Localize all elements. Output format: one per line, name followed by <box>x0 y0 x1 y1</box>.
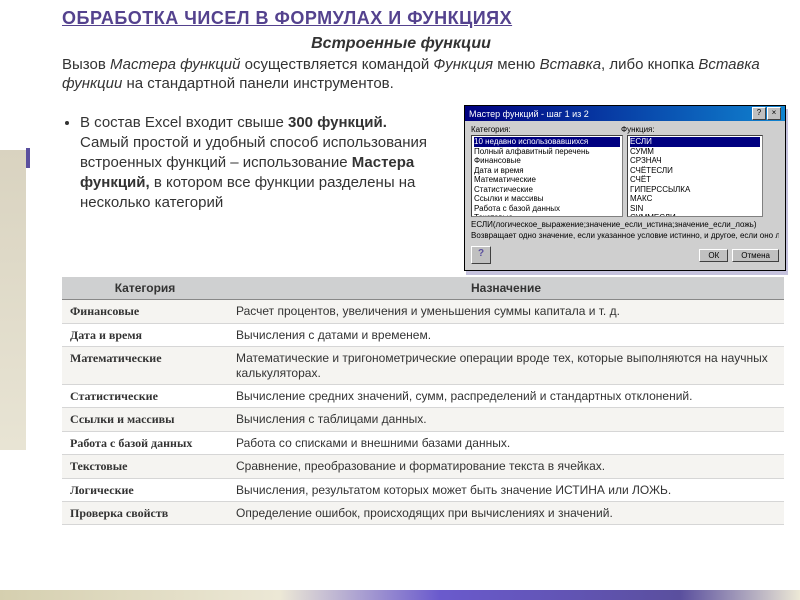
cell-desc: Вычисления, результатом которых может бы… <box>228 478 784 501</box>
dialog-title: Мастер функций - шаг 1 из 2 <box>469 109 589 119</box>
cell-category: Математические <box>62 347 228 385</box>
syntax-line: ЕСЛИ(логическое_выражение;значение_если_… <box>471 220 779 229</box>
help-icon[interactable]: ? <box>752 107 766 120</box>
table-row: ФинансовыеРасчет процентов, увеличения и… <box>62 300 784 323</box>
cell-category: Работа с базой данных <box>62 431 228 454</box>
label-category: Категория: <box>471 125 621 134</box>
cell-category: Статистические <box>62 384 228 407</box>
cell-desc: Математические и тригонометрические опер… <box>228 347 784 385</box>
cell-category: Дата и время <box>62 323 228 346</box>
intro-text: Вызов Мастера функций осуществляется ком… <box>62 55 760 93</box>
cancel-button[interactable]: Отмена <box>732 249 779 262</box>
hint-icon[interactable]: ? <box>471 246 491 264</box>
categories-table: Категория Назначение ФинансовыеРасчет пр… <box>62 277 784 525</box>
cell-category: Ссылки и массивы <box>62 408 228 431</box>
th-category: Категория <box>62 277 228 300</box>
table-row: СтатистическиеВычисление средних значени… <box>62 384 784 407</box>
cell-desc: Определение ошибок, происходящих при выч… <box>228 501 784 524</box>
table-row: Проверка свойствОпределение ошибок, прои… <box>62 501 784 524</box>
cell-desc: Вычисления с датами и временем. <box>228 323 784 346</box>
cell-category: Логические <box>62 478 228 501</box>
dialog-titlebar: Мастер функций - шаг 1 из 2 ? × <box>465 106 785 121</box>
table-row: МатематическиеМатематические и тригономе… <box>62 347 784 385</box>
table-row: Ссылки и массивыВычисления с таблицами д… <box>62 408 784 431</box>
decorative-bottom-bar <box>0 590 800 600</box>
subtitle: Встроенные функции <box>42 35 760 53</box>
close-icon[interactable]: × <box>767 107 781 120</box>
cell-category: Финансовые <box>62 300 228 323</box>
table-row: ЛогическиеВычисления, результатом которы… <box>62 478 784 501</box>
cell-desc: Вычисление средних значений, сумм, распр… <box>228 384 784 407</box>
cell-desc: Работа со списками и внешними базами дан… <box>228 431 784 454</box>
category-listbox[interactable]: 10 недавно использовавшихся Полный алфав… <box>471 135 623 217</box>
function-listbox[interactable]: ЕСЛИ СУММ СРЗНАЧ СЧЁТЕСЛИ СЧЁТ ГИПЕРССЫЛ… <box>627 135 763 217</box>
function-wizard-dialog: Мастер функций - шаг 1 из 2 ? × Категори… <box>464 105 786 271</box>
label-function: Функция: <box>621 125 655 134</box>
cell-category: Текстовые <box>62 455 228 478</box>
cell-desc: Вычисления с таблицами данных. <box>228 408 784 431</box>
ok-button[interactable]: ОК <box>699 249 728 262</box>
table-row: Дата и времяВычисления с датами и времен… <box>62 323 784 346</box>
table-row: Работа с базой данныхРабота со списками … <box>62 431 784 454</box>
description-line: Возвращает одно значение, если указанное… <box>471 231 779 240</box>
cell-desc: Сравнение, преобразование и форматирован… <box>228 455 784 478</box>
table-row: ТекстовыеСравнение, преобразование и фор… <box>62 455 784 478</box>
cell-desc: Расчет процентов, увеличения и уменьшени… <box>228 300 784 323</box>
bullet-point: В состав Excel входит свыше 300 функций.… <box>0 103 464 271</box>
th-desc: Назначение <box>228 277 784 300</box>
page-title: ОБРАБОТКА ЧИСЕЛ В ФОРМУЛАХ И ФУНКЦИЯХ <box>62 8 760 29</box>
cell-category: Проверка свойств <box>62 501 228 524</box>
decorative-left-stripe <box>0 150 26 450</box>
